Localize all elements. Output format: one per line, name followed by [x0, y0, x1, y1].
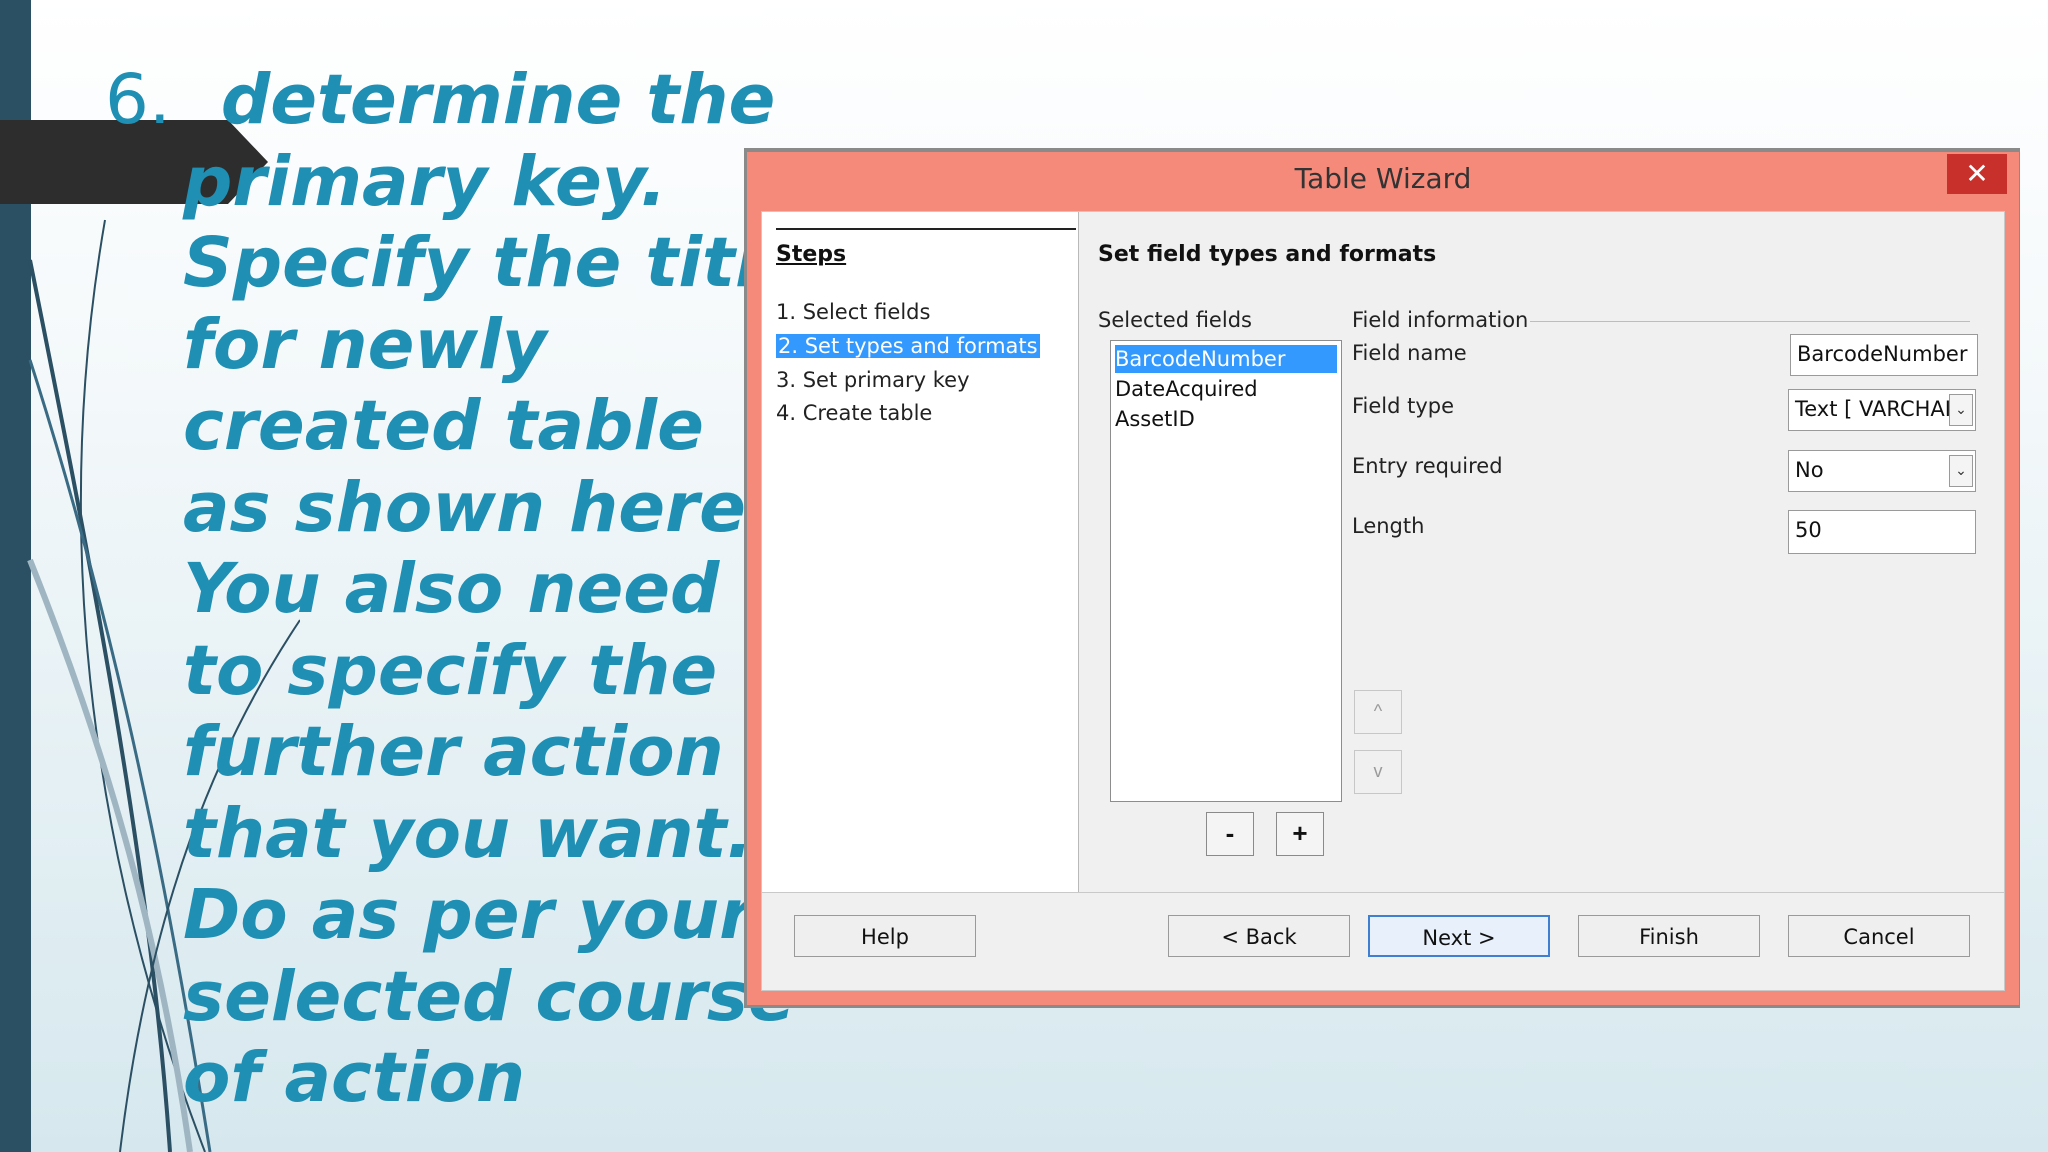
steps-title: Steps: [776, 242, 847, 267]
list-item[interactable]: BarcodeNumber: [1115, 345, 1337, 373]
list-item[interactable]: DateAcquired: [1115, 375, 1337, 403]
field-name-label: Field name: [1352, 341, 1467, 365]
close-icon: ✕: [1965, 158, 1989, 189]
chevron-down-icon[interactable]: ⌄: [1949, 455, 1973, 487]
add-field-button[interactable]: +: [1276, 812, 1324, 856]
remove-field-button[interactable]: -: [1206, 812, 1254, 856]
slide-line: You also need: [183, 549, 720, 629]
step-number: 6.: [105, 60, 171, 140]
slide-line: selected course: [183, 956, 795, 1037]
finish-button[interactable]: Finish: [1578, 915, 1760, 957]
help-button[interactable]: Help: [794, 915, 976, 957]
steps-pane: Steps 1. Select fields 2. Set types and …: [762, 212, 1079, 892]
length-input[interactable]: 50: [1788, 510, 1976, 554]
field-information-rule: [1530, 321, 1970, 322]
slide-line: further action: [183, 712, 724, 792]
slide-line: determine the: [220, 60, 776, 140]
chevron-down-icon[interactable]: ⌄: [1949, 394, 1973, 426]
field-type-label: Field type: [1352, 394, 1455, 418]
step-select-fields[interactable]: 1. Select fields: [776, 300, 930, 324]
steps-divider: [776, 228, 1076, 230]
field-type-value: Text [ VARCHAI: [1795, 397, 1951, 421]
slide-line: as shown here.: [183, 467, 773, 548]
back-button[interactable]: < Back: [1168, 915, 1350, 957]
entry-required-select[interactable]: No ⌄: [1788, 450, 1976, 492]
selected-fields-label: Selected fields: [1098, 308, 1252, 332]
dialog-title: Table Wizard: [1294, 162, 1472, 195]
up-arrow-icon: ^: [1373, 701, 1383, 721]
down-arrow-icon: v: [1373, 761, 1383, 781]
section-title: Set field types and formats: [1098, 242, 1437, 267]
slide-line: of action: [183, 1038, 526, 1118]
slide-line: created table: [183, 386, 704, 466]
dialog-client-area: Steps 1. Select fields 2. Set types and …: [761, 211, 2005, 991]
slide-line: primary key.: [183, 141, 667, 222]
step-set-primary-key[interactable]: 3. Set primary key: [776, 368, 970, 392]
button-row-separator: [762, 892, 2004, 893]
field-type-select[interactable]: Text [ VARCHAI ⌄: [1788, 389, 1976, 431]
slide-line: to specify the: [183, 630, 718, 711]
move-down-button[interactable]: v: [1354, 750, 1402, 794]
slide-line: Specify the title: [183, 223, 806, 303]
field-name-input[interactable]: BarcodeNumber: [1790, 334, 1978, 376]
entry-required-label: Entry required: [1352, 454, 1503, 478]
table-wizard-dialog: Table Wizard ✕ Steps 1. Select fields 2.…: [747, 152, 2019, 1005]
move-up-button[interactable]: ^: [1354, 690, 1402, 734]
selected-fields-list[interactable]: BarcodeNumber DateAcquired AssetID: [1110, 340, 1342, 802]
next-button[interactable]: Next >: [1368, 915, 1550, 957]
step-create-table[interactable]: 4. Create table: [776, 401, 932, 425]
cancel-button[interactable]: Cancel: [1788, 915, 1970, 957]
slide-line: for newly: [183, 304, 547, 385]
field-information-label: Field information: [1352, 308, 1529, 332]
slide-body-text: 6. determine the primary key. Specify the…: [105, 60, 806, 1120]
list-item[interactable]: AssetID: [1115, 405, 1337, 433]
entry-required-value: No: [1795, 458, 1824, 482]
slide-line: that you want.: [183, 793, 753, 874]
slide-line: Do as per your: [183, 875, 754, 955]
step-set-types[interactable]: 2. Set types and formats: [776, 334, 1040, 358]
close-button[interactable]: ✕: [1947, 154, 2007, 194]
length-label: Length: [1352, 514, 1425, 538]
